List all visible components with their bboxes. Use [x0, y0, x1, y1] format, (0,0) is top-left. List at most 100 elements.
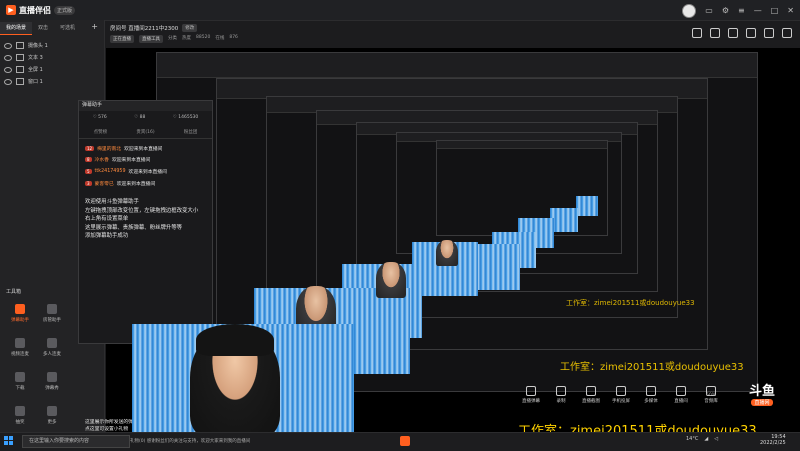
- visibility-icon[interactable]: [4, 54, 12, 61]
- maximize-button[interactable]: □: [771, 6, 779, 16]
- chat-nickname[interactable]: ttk24174959: [95, 169, 126, 174]
- streamer-thumbnail: [436, 240, 458, 266]
- tool-label: 弹幕秀: [45, 386, 59, 391]
- source-item[interactable]: 窗口 1: [4, 76, 100, 87]
- minimize-button[interactable]: —: [754, 6, 762, 16]
- tool-download[interactable]: 下载: [4, 372, 36, 400]
- room-button[interactable]: 直播间: [670, 386, 692, 404]
- tool-label: 更多: [47, 420, 57, 425]
- douyu-logo: 斗鱼 直播网: [738, 380, 786, 410]
- chat-text: 欢迎来到本直播间: [128, 170, 167, 175]
- tab-my-scenes[interactable]: 我的场景: [0, 22, 33, 35]
- source-item[interactable]: 摄像头 1: [4, 40, 100, 51]
- source-label: 全屏 1: [28, 67, 43, 73]
- danmaku-show-icon: [47, 372, 57, 382]
- network-status: 60%: [706, 393, 717, 398]
- camera-icon: [16, 42, 24, 49]
- scene-tabs: 我的场景 双击 可选机 +: [0, 22, 104, 35]
- tab-optional[interactable]: 可选机: [54, 22, 81, 35]
- bottom-tool-label: 音频库: [704, 399, 718, 404]
- tab-double[interactable]: 双击: [32, 22, 54, 35]
- user-avatar[interactable]: [682, 4, 697, 18]
- tab-vip[interactable]: 贵宾(16): [136, 129, 154, 135]
- app-logo: ▶ 直播伴侣 正式版: [6, 4, 76, 16]
- tool-room-manager[interactable]: 房管助手: [36, 304, 68, 332]
- source-label: 摄像头 1: [28, 43, 48, 49]
- tab-fans[interactable]: 粉丝团: [184, 129, 198, 135]
- network-icon[interactable]: ◢: [704, 436, 708, 442]
- webcam-preview[interactable]: [132, 324, 354, 432]
- danmaku-tabs: 点赞榜 贵宾(16) 粉丝团: [79, 129, 212, 139]
- tool-lottery[interactable]: 抽奖: [4, 406, 36, 434]
- bottom-toolbar: 直播弹幕 录制 直播截图 手机投屏 多媒体 直播间 音频库: [520, 386, 722, 404]
- grid-icon[interactable]: [746, 28, 756, 38]
- danmaku-panel[interactable]: 弹幕助手 ♡ 576 ♡ 88 ♡ 1465530 点赞榜 贵宾(16) 粉丝团…: [78, 100, 213, 432]
- chat-nickname[interactable]: 冷水香: [95, 156, 109, 163]
- multi-link-icon: [47, 338, 57, 348]
- taskbar-search-input[interactable]: 在这里输入你要搜索的内容: [22, 435, 130, 448]
- bottom-tool-label: 多媒体: [644, 399, 658, 404]
- stat-total: ♡ 1465530: [172, 115, 199, 120]
- source-item[interactable]: 全屏 1: [4, 64, 100, 75]
- chat-text: 欢迎来到本直播间: [124, 147, 163, 152]
- level-badge: 12: [85, 146, 95, 151]
- tool-danmaku-show[interactable]: 弹幕秀: [36, 372, 68, 400]
- visibility-icon[interactable]: [4, 78, 12, 85]
- stream-title-text: 房间号 直播间2211中2300: [110, 26, 179, 32]
- volume-icon[interactable]: ◁: [714, 436, 718, 442]
- link-icon[interactable]: [728, 28, 738, 38]
- tool-video-link[interactable]: 视频连麦: [4, 338, 36, 366]
- layers-icon[interactable]: [764, 28, 774, 38]
- record-icon: [556, 386, 566, 396]
- watermark-medium: 工作室：zimei201511或doudouyue33: [560, 362, 744, 373]
- source-label: 文本 3: [28, 55, 43, 61]
- danmaku-help-text: 欢迎使用斗鱼弹幕助手 左键拖拽顶部改变位置，左键拖拽边框改变大小 右上角有设置菜…: [85, 199, 199, 239]
- visibility-icon[interactable]: [4, 66, 12, 73]
- version-badge[interactable]: 正式版: [54, 5, 76, 15]
- close-button[interactable]: ✕: [787, 6, 794, 16]
- record-button[interactable]: 录制: [550, 386, 572, 404]
- chat-message: 3 蒙客零已 欢迎来到本直播间: [85, 180, 210, 187]
- taskbar-clock[interactable]: 19:54 2022/2/25: [760, 434, 786, 446]
- bottom-tool-label: 直播弹幕: [522, 399, 540, 404]
- danmaku-button[interactable]: 直播弹幕: [520, 386, 542, 404]
- tool-danmaku-assistant[interactable]: 弹幕助手: [4, 304, 36, 332]
- live-tool[interactable]: 直播工具: [139, 35, 163, 43]
- share-icon[interactable]: [692, 28, 702, 38]
- tool-multi-link[interactable]: 多人连麦: [36, 338, 68, 366]
- edit-title-button[interactable]: 修改: [182, 24, 198, 32]
- windows-start-icon[interactable]: [4, 436, 14, 446]
- tool-label: 视频连麦: [11, 352, 29, 357]
- chat-message: 5 ttk24174959 欢迎来到本直播间: [85, 168, 210, 175]
- title-bar: [0, 0, 800, 21]
- screen-icon[interactable]: ▭: [705, 6, 713, 16]
- bottom-tool-label: 手机投屏: [612, 399, 630, 404]
- tool-label: 房管助手: [43, 318, 61, 323]
- settings-icon[interactable]: ⚙: [722, 6, 729, 16]
- app-name: 直播伴侣: [19, 5, 51, 15]
- chat-nickname[interactable]: 蒙客零已: [95, 180, 114, 187]
- screenshot-button[interactable]: 直播截图: [580, 386, 602, 404]
- lottery-icon: [15, 406, 25, 416]
- tool-more[interactable]: 更多: [36, 406, 68, 434]
- tab-likes[interactable]: 点赞榜: [94, 129, 108, 135]
- source-item[interactable]: 文本 3: [4, 52, 100, 63]
- danmaku-panel-header[interactable]: 弹幕助手: [79, 101, 212, 111]
- lock-icon[interactable]: [710, 28, 720, 38]
- stat-likes: ♡ 576: [92, 115, 107, 120]
- weather-text[interactable]: 14°C: [686, 436, 698, 442]
- bottom-tool-label: 录制: [556, 399, 566, 404]
- media-button[interactable]: 多媒体: [640, 386, 662, 404]
- date-text: 2022/2/25: [760, 440, 786, 446]
- tool-label: 多人连麦: [43, 352, 61, 357]
- level-badge: 5: [85, 169, 92, 174]
- visibility-icon[interactable]: [4, 42, 12, 49]
- copy-icon[interactable]: [782, 28, 792, 38]
- add-scene-button[interactable]: +: [85, 22, 104, 35]
- live-app-taskbar-icon[interactable]: [400, 436, 410, 446]
- top-icons: [692, 28, 792, 38]
- phone-cast-button[interactable]: 手机投屏: [610, 386, 632, 404]
- more-icon: [47, 406, 57, 416]
- chat-nickname[interactable]: 梅里的南北: [97, 145, 121, 152]
- menu-icon[interactable]: ≡: [738, 6, 745, 16]
